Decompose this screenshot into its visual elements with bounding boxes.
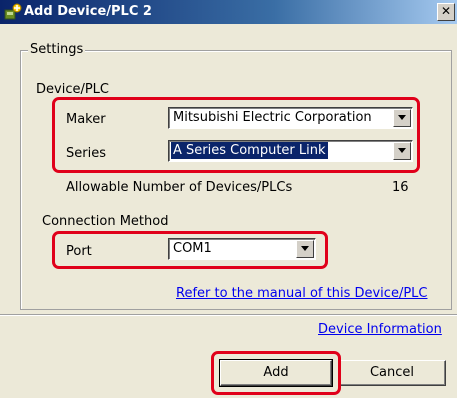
allowable-devices-value: 16 [392,180,409,195]
window-title: Add Device/PLC 2 [24,4,152,19]
divider [0,314,457,316]
manual-link[interactable]: Refer to the manual of this Device/PLC [176,286,427,301]
add-device-dialog: Add Device/PLC 2 ✕ Settings Device/PLC M… [0,0,457,398]
cancel-button[interactable]: Cancel [338,360,446,386]
settings-legend: Settings [28,42,86,57]
maker-series-highlight [52,97,420,173]
close-button[interactable]: ✕ [437,3,455,21]
allowable-devices-label: Allowable Number of Devices/PLCs [66,180,293,195]
title-bar[interactable]: Add Device/PLC 2 ✕ [0,0,457,24]
device-plc-icon [4,3,22,21]
connection-method-label: Connection Method [42,214,169,229]
port-highlight [52,231,328,269]
device-information-link[interactable]: Device Information [318,322,442,337]
add-highlight [211,351,341,395]
device-plc-label: Device/PLC [36,82,109,97]
